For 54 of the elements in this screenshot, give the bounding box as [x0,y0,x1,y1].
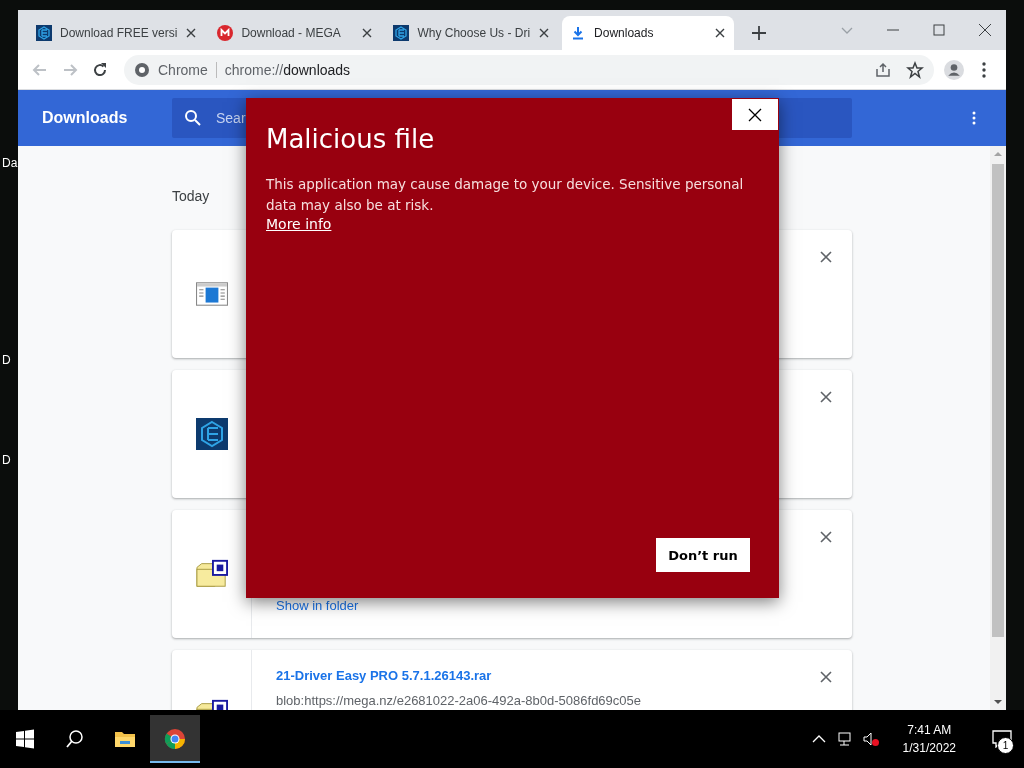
hexagon-logo-icon [393,25,410,41]
close-icon[interactable] [714,27,727,39]
network-icon[interactable] [836,731,853,747]
scrollbar-thumb[interactable] [992,164,1004,637]
browser-tab[interactable]: Why Choose Us - Dri [385,16,559,50]
clock-time[interactable]: 7:41 AM [907,723,952,737]
share-icon[interactable] [874,60,892,79]
remove-icon[interactable] [819,390,833,404]
browser-tab[interactable]: Download - MEGA [209,16,382,50]
chrome-logo-icon [134,61,150,78]
chrome-logo-icon[interactable] [164,728,186,750]
close-icon[interactable] [361,27,374,39]
file-name-link[interactable]: 21-Driver Easy PRO 5.7.1.26143.rar [276,668,800,683]
star-icon[interactable] [906,60,924,79]
muted-speaker-icon[interactable] [862,731,879,747]
remove-icon[interactable] [819,670,833,684]
close-icon[interactable] [185,27,198,39]
close-icon[interactable] [976,21,994,39]
close-icon [748,107,762,122]
hexagon-logo-icon [36,25,52,41]
desktop-icon-label[interactable]: D [2,453,11,467]
mega-logo-icon [217,25,234,41]
desktop-icon-label[interactable]: Da [2,156,18,170]
address-bar[interactable]: Chrome chrome://downloads [124,54,934,85]
remove-icon[interactable] [819,530,833,544]
close-icon[interactable] [538,27,551,39]
dont-run-button[interactable]: Don’t run [656,538,750,572]
remove-icon[interactable] [819,250,833,264]
show-in-folder-link[interactable]: Show in folder [276,598,800,613]
scroll-down-icon[interactable] [994,698,1002,706]
new-tab-icon[interactable] [752,26,767,40]
page-title: Downloads [42,109,129,127]
url-text: chrome://downloads [224,61,351,78]
profile-icon[interactable] [944,59,964,80]
clock-date[interactable]: 1/31/2022 [902,741,956,755]
dialog-title: Malicious file [266,124,436,154]
site-chip: Chrome [158,61,217,78]
search-placeholder: Sear [216,110,246,126]
more-info-link[interactable]: More info [266,216,332,232]
hexagon-logo-icon [195,418,228,450]
browser-tab[interactable]: Download FREE versi [28,16,206,50]
archive-folder-icon [195,558,228,590]
browser-tab[interactable]: Downloads [562,16,735,50]
search-icon [184,109,202,127]
search-icon[interactable] [64,728,86,750]
notification-icon[interactable] [992,730,1012,748]
desktop-icon-label[interactable]: D [2,353,11,367]
scrollbar[interactable] [990,146,1006,710]
windows-start-icon[interactable] [14,728,36,750]
notification-badge: 1 [997,737,1014,754]
dialog-message: This application may cause damage to your device. Sensitive personal data may also be at risk. [266,175,745,215]
section-heading: Today [172,188,211,204]
source-url: blob:https://mega.nz/e2681022-2a06-492a-8b0d-5086fd69c05e [276,693,642,708]
dialog-close-button[interactable] [732,99,778,130]
